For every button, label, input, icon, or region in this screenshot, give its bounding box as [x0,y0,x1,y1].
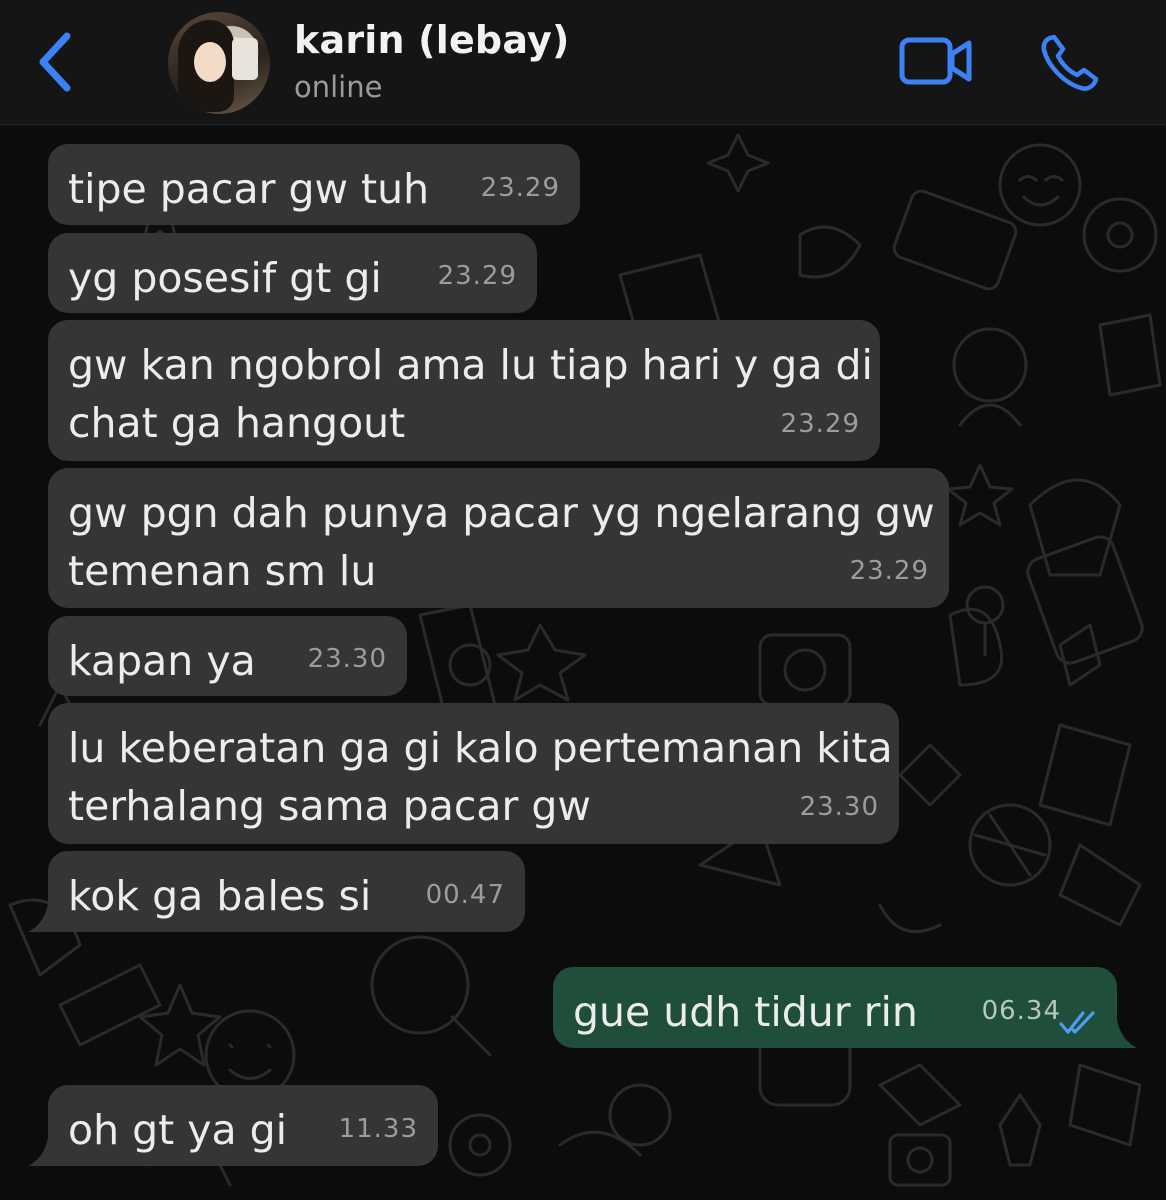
message-bubble-incoming[interactable]: lu keberatan ga gi kalo pertemanan kita … [48,703,899,844]
message-time: 23.30 [799,792,879,822]
phone-icon [1041,34,1099,91]
message-time: 11.33 [338,1114,418,1144]
message-time: 00.47 [425,880,505,910]
bubble-tail [1109,1014,1137,1048]
message-text: terhalang sama pacar gw [68,782,591,830]
message-text: chat ga hangout [68,399,406,447]
message-text: gw kan ngobrol ama lu tiap hari y ga di [68,341,873,389]
message-text: gw pgn dah punya pacar yg ngelarang gw [68,489,935,537]
contact-status: online [294,70,383,104]
message-time: 06.34 [981,996,1061,1026]
chevron-left-icon [39,32,71,92]
back-button[interactable] [30,28,80,96]
contact-avatar[interactable] [168,12,270,114]
message-time: 23.29 [437,261,517,291]
message-bubble-incoming[interactable]: oh gt ya gi 11.33 [28,1085,438,1166]
voice-call-button[interactable] [1038,32,1102,94]
message-bubble-incoming[interactable]: yg posesif gt gi 23.29 [48,233,537,313]
message-bubble-incoming[interactable]: gw pgn dah punya pacar yg ngelarang gw t… [48,468,949,608]
message-time: 23.29 [849,556,929,586]
message-time: 23.29 [780,409,860,439]
chat-header: karin (lebay) online [0,0,1166,125]
double-check-read-icon [1059,1011,1095,1034]
message-text: temenan sm lu [68,547,377,595]
video-call-button[interactable] [898,34,974,88]
bubble-tail [28,898,56,932]
message-bubble-incoming[interactable]: gw kan ngobrol ama lu tiap hari y ga di … [48,320,880,461]
message-time: 23.29 [480,173,560,203]
video-camera-icon [899,37,972,85]
message-bubble-incoming[interactable]: kok ga bales si 00.47 [28,851,525,932]
contact-name[interactable]: karin (lebay) [294,18,570,62]
message-bubble-incoming[interactable]: kapan ya 23.30 [48,616,407,696]
message-text: lu keberatan ga gi kalo pertemanan kita [68,724,893,772]
message-bubble-outgoing[interactable]: gue udh tidur rin 06.34 [553,967,1137,1048]
bubble-tail [28,1132,56,1166]
message-time: 23.30 [307,644,387,674]
message-bubble-incoming[interactable]: tipe pacar gw tuh 23.29 [48,144,580,225]
